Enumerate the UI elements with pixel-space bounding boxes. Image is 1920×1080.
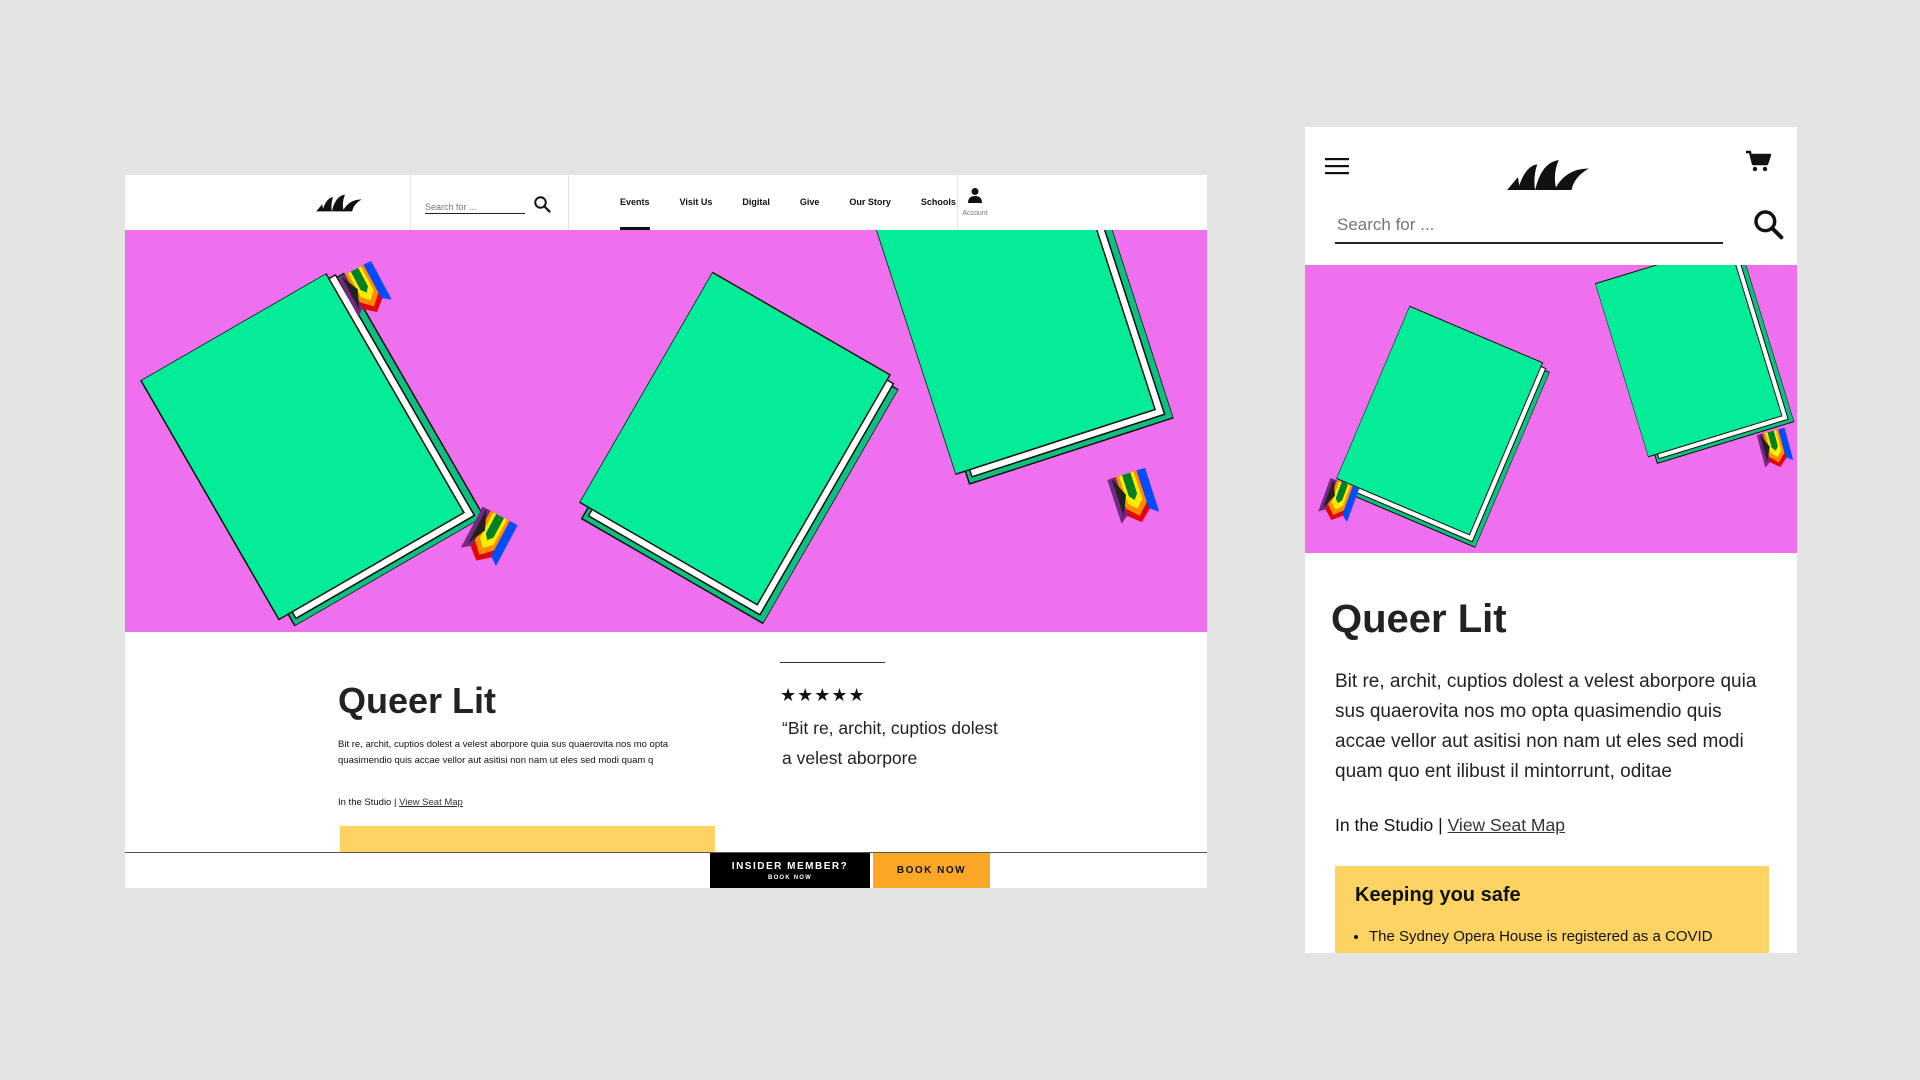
view-seat-map-link[interactable]: View Seat Map [399, 797, 463, 808]
hero-illustration [1317, 265, 1795, 549]
review-divider [780, 662, 885, 663]
insider-label: INSIDER MEMBER? [731, 861, 849, 872]
search-icon[interactable] [1752, 208, 1784, 240]
safety-panel: Keeping you safe The Sydney Opera House … [1335, 866, 1769, 953]
event-description: Bit re, archit, cuptios dolest a velest … [1335, 671, 1757, 782]
search-icon[interactable] [533, 195, 551, 213]
nav-item-events[interactable]: Events [605, 175, 665, 230]
user-icon [968, 188, 982, 203]
venue-separator: | [394, 797, 397, 808]
opera-house-logo-icon[interactable] [315, 192, 363, 214]
book-illustration [870, 230, 1175, 489]
account-label: Account [962, 210, 988, 217]
event-title: Queer Lit [338, 680, 497, 721]
event-venue: In the Studio | View Seat Map [338, 797, 463, 808]
nav-item-our-story[interactable]: Our Story [834, 175, 906, 230]
desktop-search-input[interactable] [425, 202, 525, 212]
cart-icon[interactable] [1745, 149, 1771, 173]
booking-bar [125, 852, 1207, 888]
safety-title: Keeping you safe [1355, 884, 1521, 906]
pride-flag-ribbon-icon [1756, 427, 1795, 471]
view-seat-map-link[interactable]: View Seat Map [1448, 815, 1565, 835]
nav-item-visit-us[interactable]: Visit Us [665, 175, 728, 230]
header-divider [410, 175, 411, 230]
review-quote: “Bit re, archit, cuptios dolest a velest… [782, 718, 998, 768]
account-button[interactable]: Account [955, 187, 995, 217]
desktop-header: Events Visit Us Digital Give Our Story S… [125, 175, 1207, 230]
venue-name: In the Studio [1335, 815, 1434, 835]
hero-banner [125, 230, 1207, 632]
book-illustration [1332, 305, 1553, 549]
book-illustration [139, 264, 486, 632]
desktop-search-field[interactable] [425, 197, 525, 214]
insider-sub-label: BOOK NOW [768, 875, 812, 881]
nav-item-give[interactable]: Give [785, 175, 835, 230]
safety-list: The Sydney Opera House is registered as … [1349, 928, 1759, 945]
list-item: The Sydney Opera House is registered as … [1369, 928, 1759, 945]
insider-member-button[interactable]: INSIDER MEMBER? BOOK NOW [710, 853, 870, 888]
mobile-search-input[interactable] [1335, 207, 1725, 235]
star-rating: ★★★★★ [780, 685, 866, 705]
venue-name: In the Studio [338, 797, 392, 808]
event-venue: In the Studio | View Seat Map [1335, 815, 1565, 836]
mobile-search-field[interactable] [1335, 207, 1725, 244]
hamburger-menu-icon[interactable] [1325, 157, 1349, 175]
mobile-page: Queer Lit Bit re, archit, cuptios dolest… [1305, 127, 1797, 953]
book-illustration [571, 271, 904, 625]
opera-house-logo-icon[interactable] [1505, 155, 1591, 195]
nav-item-digital[interactable]: Digital [727, 175, 785, 230]
venue-separator: | [1438, 815, 1443, 835]
header-divider [568, 175, 569, 230]
desktop-page: Events Visit Us Digital Give Our Story S… [125, 175, 1207, 888]
hero-illustration [139, 230, 1175, 632]
pride-flag-ribbon-icon [1107, 467, 1161, 529]
hero-banner [1305, 265, 1797, 553]
event-title: Queer Lit [1331, 597, 1507, 641]
main-nav: Events Visit Us Digital Give Our Story S… [605, 175, 971, 230]
book-now-button[interactable]: BOOK NOW [873, 853, 990, 888]
event-description: Bit re, archit, cuptios dolest a velest … [338, 739, 669, 766]
